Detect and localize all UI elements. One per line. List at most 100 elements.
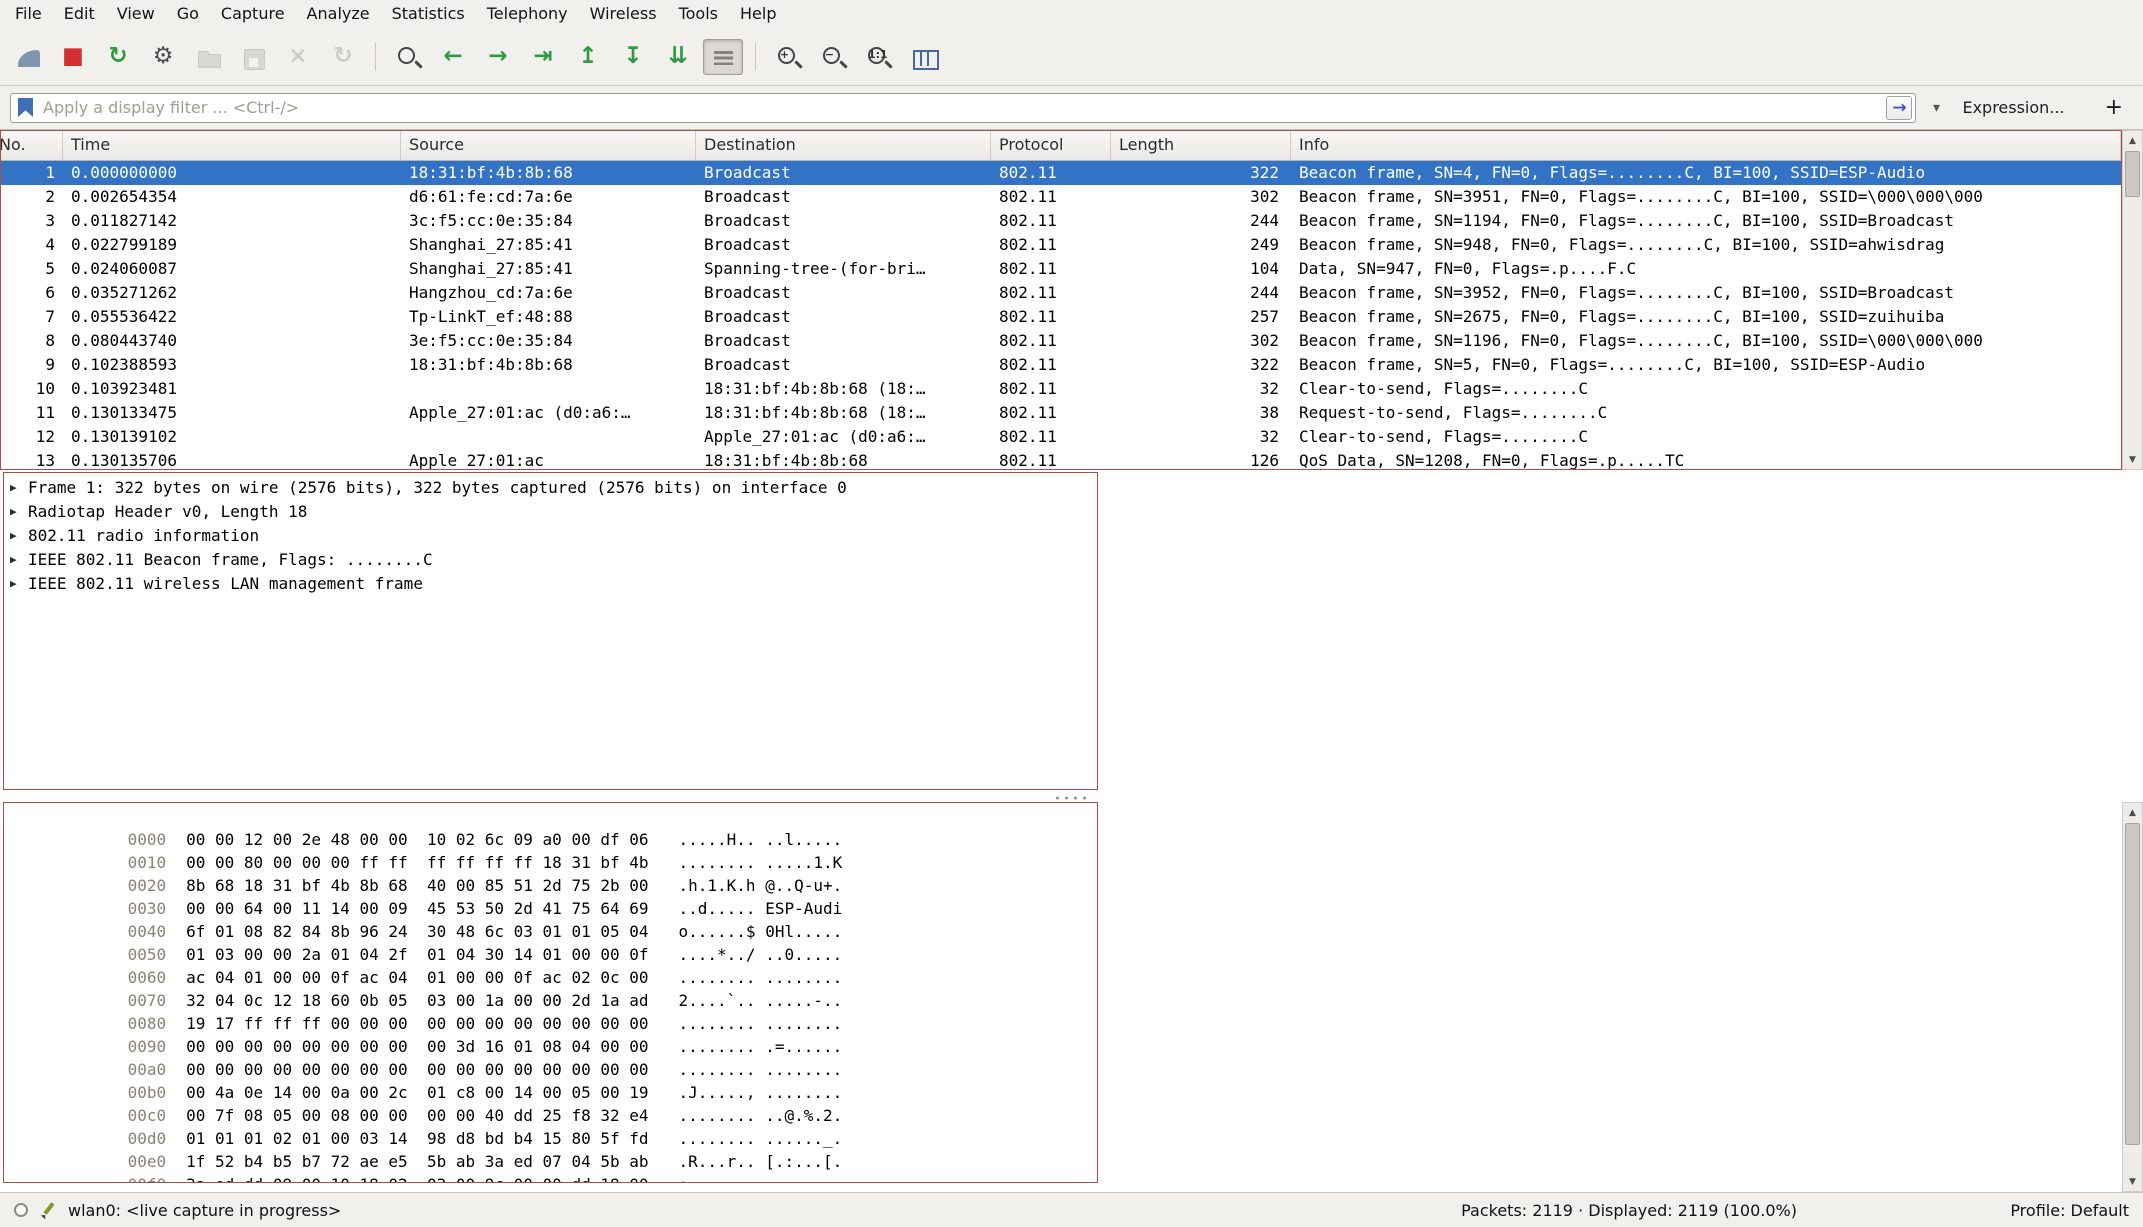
packet-row[interactable]: 13 0.130135706 Apple_27:01:ac 18:31:bf:4… <box>1 449 2121 469</box>
go-to-packet-button[interactable]: ⇥ <box>523 39 563 75</box>
display-filter-input[interactable] <box>41 94 1886 122</box>
capture-comment-icon[interactable] <box>40 1202 56 1218</box>
go-back-button[interactable]: ← <box>433 39 473 75</box>
packet-row[interactable]: 3 0.011827142 3c:f5:cc:0e:35:84 Broadcas… <box>1 209 2121 233</box>
zoom-reset-button[interactable]: 1:1 <box>858 39 898 75</box>
packet-list-frame: No. Time Source Destination Protocol Len… <box>0 130 2122 470</box>
expert-info-icon[interactable] <box>14 1203 28 1217</box>
column-header-protocol[interactable]: Protocol <box>991 131 1111 161</box>
column-header-source[interactable]: Source <box>401 131 696 161</box>
packet-row[interactable]: 9 0.102388593 18:31:bf:4b:8b:68 Broadcas… <box>1 353 2121 377</box>
packet-row[interactable]: 5 0.024060087 Shanghai_27:85:41 Spanning… <box>1 257 2121 281</box>
filter-bookmark-icon[interactable] <box>18 98 33 117</box>
packet-row[interactable]: 1 0.000000000 18:31:bf:4b:8b:68 Broadcas… <box>1 161 2121 185</box>
zoom-in-button[interactable]: + <box>768 39 808 75</box>
go-to-first-button[interactable]: ↥ <box>568 39 608 75</box>
menu-telephony[interactable]: Telephony <box>476 0 579 28</box>
hex-offset: 0040 <box>128 922 167 941</box>
scroll-down-icon[interactable] <box>2123 1172 2142 1191</box>
detail-line[interactable]: IEEE 802.11 Beacon frame, Flags: .......… <box>4 547 1097 571</box>
menu-go[interactable]: Go <box>166 0 210 28</box>
apply-filter-button[interactable] <box>1886 96 1912 120</box>
capture-options-button[interactable]: ⚙ <box>143 39 183 75</box>
menu-file[interactable]: File <box>4 0 53 28</box>
menu-edit[interactable]: Edit <box>53 0 106 28</box>
add-filter-button[interactable]: + <box>2081 95 2133 120</box>
restart-capture-button[interactable]: ↻ <box>98 39 138 75</box>
column-header-time[interactable]: Time <box>63 131 401 161</box>
scroll-up-icon[interactable] <box>2123 131 2142 150</box>
packet-row[interactable]: 8 0.080443740 3e:f5:cc:0e:35:84 Broadcas… <box>1 329 2121 353</box>
scrollbar-thumb[interactable] <box>2125 823 2140 1145</box>
column-header-no[interactable]: No. <box>1 131 63 161</box>
hex-ascii: ........ ......_. <box>679 1129 843 1148</box>
status-bar: wlan0: <live capture in progress> Packet… <box>0 1192 2143 1227</box>
go-to-last-button[interactable]: ↧ <box>613 39 653 75</box>
menu-statistics[interactable]: Statistics <box>381 0 476 28</box>
close-capture-button[interactable]: × <box>278 39 318 75</box>
packet-row[interactable]: 4 0.022799189 Shanghai_27:85:41 Broadcas… <box>1 233 2121 257</box>
column-header-length[interactable]: Length <box>1111 131 1291 161</box>
open-capture-button[interactable] <box>188 39 228 75</box>
expression-button[interactable]: Expression... <box>1956 98 2070 117</box>
hex-bytes: 00 00 12 00 2e 48 00 00 10 02 6c 09 a0 0… <box>186 830 648 849</box>
expand-arrow-icon[interactable] <box>10 553 28 566</box>
wireshark-window: File Edit View Go Capture Analyze Statis… <box>0 0 2143 1227</box>
menu-wireless[interactable]: Wireless <box>579 0 668 28</box>
go-forward-button[interactable]: → <box>478 39 518 75</box>
column-header-info[interactable]: Info <box>1291 131 2121 161</box>
detail-line[interactable]: 802.11 radio information <box>4 523 1097 547</box>
stop-capture-button[interactable]: ■ <box>53 39 93 75</box>
packet-row[interactable]: 11 0.130133475 Apple_27:01:ac (d0:a6:… 1… <box>1 401 2121 425</box>
packet-detail-tree: Frame 1: 322 bytes on wire (2576 bits), … <box>3 472 1098 790</box>
packet-row[interactable]: 12 0.130139102 Apple_27:01:ac (d0:a6:… 8… <box>1 425 2121 449</box>
menu-view[interactable]: View <box>106 0 166 28</box>
packet-row[interactable]: 10 0.103923481 18:31:bf:4b:8b:68 (18:… 8… <box>1 377 2121 401</box>
packet-detail-pane: Frame 1: 322 bytes on wire (2576 bits), … <box>0 470 2143 794</box>
packet-row[interactable]: 2 0.002654354 d6:61:fe:cd:7a:6e Broadcas… <box>1 185 2121 209</box>
zoom-out-button[interactable]: − <box>813 39 853 75</box>
expand-arrow-icon[interactable] <box>10 481 28 494</box>
hex-row[interactable]: 000000 00 12 00 2e 48 00 00 10 02 6c 09 … <box>12 805 1097 828</box>
menu-analyze[interactable]: Analyze <box>296 0 381 28</box>
scrollbar-track[interactable] <box>2123 822 2142 1172</box>
hex-offset: 0060 <box>128 968 167 987</box>
packet-info: Beacon frame, SN=1196, FN=0, Flags=.....… <box>1291 329 2121 353</box>
detail-line[interactable]: IEEE 802.11 wireless LAN management fram… <box>4 571 1097 595</box>
packet-protocol: 802.11 <box>991 209 1111 233</box>
toolbar-button-icon <box>398 48 411 61</box>
auto-scroll-button[interactable]: ⇊ <box>658 39 698 75</box>
scrollbar-track[interactable] <box>2123 150 2142 450</box>
pane-grip-icon[interactable] <box>1053 796 1091 800</box>
column-header-destination[interactable]: Destination <box>696 131 991 161</box>
start-capture-button[interactable] <box>8 39 48 75</box>
menu-help[interactable]: Help <box>729 0 787 28</box>
pane-separator[interactable] <box>0 794 2143 802</box>
filter-dropdown-icon[interactable] <box>1926 93 1946 123</box>
find-packet-button[interactable] <box>388 39 428 75</box>
menu-tools[interactable]: Tools <box>668 0 729 28</box>
colorize-button[interactable] <box>703 39 743 75</box>
expand-arrow-icon[interactable] <box>10 505 28 518</box>
hex-offset: 0020 <box>128 876 167 895</box>
detail-line[interactable]: Radiotap Header v0, Length 18 <box>4 499 1097 523</box>
scroll-down-icon[interactable] <box>2123 450 2142 469</box>
packet-row[interactable]: 7 0.055536422 Tp-LinkT_ef:48:88 Broadcas… <box>1 305 2121 329</box>
scroll-up-icon[interactable] <box>2123 803 2142 822</box>
expand-arrow-icon[interactable] <box>10 577 28 590</box>
scrollbar-thumb[interactable] <box>2125 151 2140 197</box>
hex-bytes: 32 04 0c 12 18 60 0b 05 03 00 1a 00 00 2… <box>186 991 648 1010</box>
detail-line[interactable]: Frame 1: 322 bytes on wire (2576 bits), … <box>4 475 1097 499</box>
hex-ascii: ........ ........ <box>679 1060 843 1079</box>
expand-arrow-icon[interactable] <box>10 529 28 542</box>
hex-scrollbar[interactable] <box>2122 802 2143 1192</box>
save-capture-button[interactable] <box>233 39 273 75</box>
hex-dump: 000000 00 12 00 2e 48 00 00 10 02 6c 09 … <box>3 802 1098 1183</box>
hex-bytes: 00 7f 08 05 00 08 00 00 00 00 40 dd 25 f… <box>186 1106 648 1125</box>
packet-row[interactable]: 6 0.035271262 Hangzhou_cd:7a:6e Broadcas… <box>1 281 2121 305</box>
reload-capture-button[interactable]: ↻ <box>323 39 363 75</box>
menu-capture[interactable]: Capture <box>210 0 296 28</box>
resize-columns-button[interactable] <box>903 39 943 75</box>
packet-list-scrollbar[interactable] <box>2122 130 2143 470</box>
profile-button[interactable]: Profile: Default <box>1809 1201 2129 1220</box>
